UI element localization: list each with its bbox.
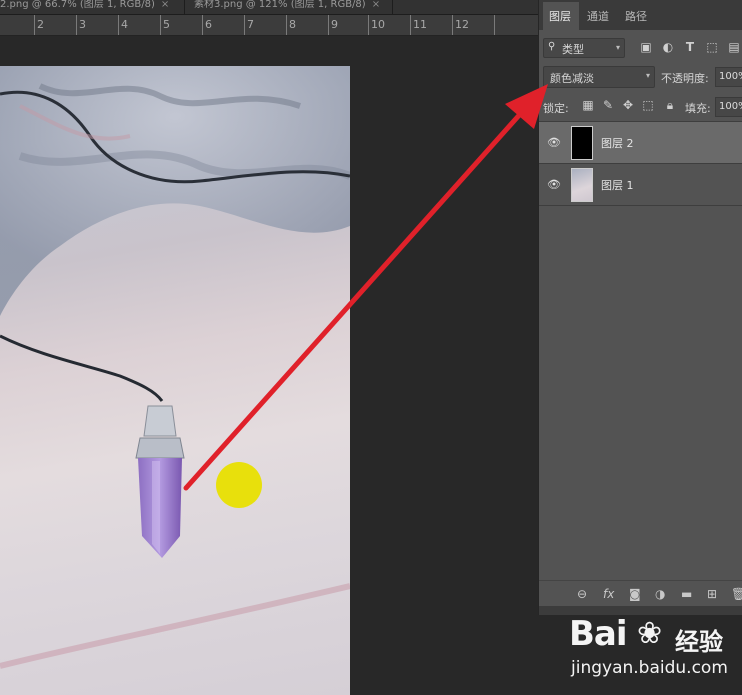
close-icon[interactable]: × <box>161 0 169 10</box>
panel-tab-bar: 图层 通道 路径 <box>539 0 742 30</box>
tab-divider <box>184 0 185 14</box>
watermark-logo-suffix: 经验 <box>675 628 723 656</box>
crystal-highlight <box>152 461 160 554</box>
layer-row-2[interactable]: 👁︎ 图层 2 <box>539 121 742 164</box>
document-tab-bar: 2.png @ 66.7% (图层 1, RGB/8) × 素材3.png @ 1… <box>0 0 540 15</box>
canvas-image[interactable] <box>0 66 350 695</box>
opacity-input[interactable]: 100% <box>715 67 742 87</box>
ruler-tick <box>76 15 77 35</box>
watermark-url: jingyan.baidu.com <box>571 658 728 678</box>
pendant-cap <box>143 405 177 437</box>
image-filter-icon[interactable]: ▣ <box>639 40 653 54</box>
layer-name: 图层 1 <box>601 179 634 192</box>
link-icon[interactable]: ⊖ <box>577 587 587 601</box>
ruler-label: 3 <box>79 18 86 31</box>
layer-list-divider <box>539 205 742 206</box>
filter-kind-dropdown[interactable]: ⚲ 类型 ▾ <box>543 38 625 58</box>
ruler-tick <box>34 15 35 35</box>
mask-icon[interactable]: ◙ <box>629 587 641 601</box>
ruler-label: 7 <box>247 18 254 31</box>
ruler-label: 12 <box>455 18 469 31</box>
eye-icon[interactable]: 👁︎ <box>547 136 561 149</box>
close-icon[interactable]: × <box>372 0 380 10</box>
ruler-label: 2 <box>37 18 44 31</box>
brush-cursor-spot <box>216 462 262 508</box>
stone-streak <box>0 583 350 669</box>
lock-all-icon[interactable]: 🔒︎ <box>663 98 677 113</box>
new-layer-icon[interactable]: ⊞ <box>707 587 717 601</box>
cord <box>0 334 164 402</box>
document-tab-2png[interactable]: 2.png @ 66.7% (图层 1, RGB/8) × <box>0 0 180 14</box>
ruler-tick <box>160 15 161 35</box>
trash-icon[interactable]: 🗑︎ <box>731 587 742 601</box>
fill-label: 填充: <box>685 102 711 115</box>
layer-row-1[interactable]: 👁︎ 图层 1 <box>539 163 742 206</box>
ruler-tick <box>410 15 411 35</box>
document-tab-sucai3[interactable]: 素材3.png @ 121% (图层 1, RGB/8) × <box>194 0 384 14</box>
type-filter-icon[interactable]: T <box>683 40 697 54</box>
horizontal-ruler: 2 3 4 5 6 7 8 9 10 11 12 <box>0 15 540 36</box>
pendant-cap <box>135 437 185 459</box>
ruler-tick <box>244 15 245 35</box>
baidu-jingyan-watermark: Bai ❀ 经验 jingyan.baidu.com <box>563 612 738 692</box>
chevron-down-icon: ▾ <box>615 43 620 52</box>
layers-panel: 图层 通道 路径 ⚲ 类型 ▾ ▣ ◐ T ⬚ ▤ 颜色减淡 ▾ 不透明度: 1… <box>538 0 742 615</box>
pendant-photo <box>0 66 350 669</box>
fill-input[interactable]: 100% <box>715 97 742 117</box>
ruler-tick <box>494 15 495 35</box>
layer-name: 图层 2 <box>601 137 634 150</box>
paw-icon: ❀ <box>637 616 663 651</box>
tab-layers[interactable]: 图层 <box>549 8 571 24</box>
ruler-label: 6 <box>205 18 212 31</box>
document-tab-label: 素材3.png @ 121% (图层 1, RGB/8) <box>194 0 366 10</box>
chevron-down-icon: ▾ <box>645 71 650 80</box>
tab-divider <box>392 0 393 14</box>
layer-thumbnail <box>571 168 593 202</box>
panel-footer: ⊖ fx ◙ ◑ ▬ ⊞ 🗑︎ <box>539 580 742 607</box>
watermark-logo: Bai <box>569 614 628 654</box>
lock-label: 锁定: <box>543 102 569 115</box>
ruler-tick <box>286 15 287 35</box>
blend-mode-value: 颜色减淡 <box>550 72 594 85</box>
ruler-label: 11 <box>413 18 427 31</box>
smart-object-filter-icon[interactable]: ▤ <box>727 40 741 54</box>
tab-paths[interactable]: 路径 <box>625 8 647 24</box>
document-tab-label: 2.png @ 66.7% (图层 1, RGB/8) <box>0 0 155 10</box>
ruler-tick <box>368 15 369 35</box>
ruler-label: 10 <box>371 18 385 31</box>
lock-artboard-icon[interactable]: ⬚ <box>641 98 655 112</box>
lock-transparent-icon[interactable]: ▦ <box>581 98 595 112</box>
adjustment-icon[interactable]: ◑ <box>655 587 665 601</box>
folder-icon[interactable]: ▬ <box>681 587 692 601</box>
filter-kind-value: 类型 <box>562 43 584 56</box>
adjustment-filter-icon[interactable]: ◐ <box>661 40 675 54</box>
lock-brush-icon[interactable]: ✎ <box>601 98 615 112</box>
fx-icon[interactable]: fx <box>603 587 614 601</box>
opacity-label: 不透明度: <box>661 72 709 85</box>
ruler-tick <box>202 15 203 35</box>
ruler-tick <box>118 15 119 35</box>
lock-position-icon[interactable]: ✥ <box>621 98 635 112</box>
layer-thumbnail <box>571 126 593 160</box>
eye-icon[interactable]: 👁︎ <box>547 178 561 191</box>
ruler-label: 4 <box>121 18 128 31</box>
shape-filter-icon[interactable]: ⬚ <box>705 40 719 54</box>
ruler-label: 5 <box>163 18 170 31</box>
ruler-tick <box>328 15 329 35</box>
search-icon: ⚲ <box>548 41 556 52</box>
ruler-label: 9 <box>331 18 338 31</box>
ruler-tick <box>452 15 453 35</box>
blend-mode-dropdown[interactable]: 颜色减淡 ▾ <box>543 66 655 88</box>
ruler-label: 8 <box>289 18 296 31</box>
tab-channels[interactable]: 通道 <box>587 8 609 24</box>
